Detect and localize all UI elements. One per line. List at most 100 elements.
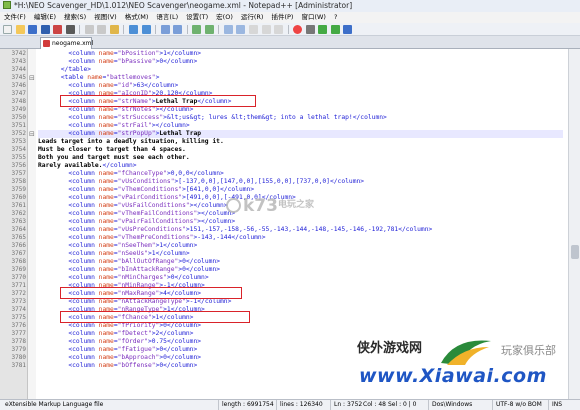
code-line[interactable]: <table name="battlemoves"> bbox=[38, 74, 563, 82]
code-line[interactable]: <column name="fDetect">2</column> bbox=[38, 330, 563, 338]
code-token: <column bbox=[38, 266, 99, 273]
code-line[interactable]: <column name="strFail"></column> bbox=[38, 122, 563, 130]
code-line[interactable]: <column name="nSeeThem">1</column> bbox=[38, 242, 563, 250]
macro-record-icon[interactable] bbox=[293, 25, 303, 34]
code-token: >0</column> bbox=[155, 346, 198, 353]
macro-save-icon[interactable] bbox=[343, 25, 353, 34]
fold-toggle-icon[interactable]: ⊟ bbox=[29, 74, 35, 82]
menu-item[interactable]: 宏(O) bbox=[212, 12, 237, 23]
save-icon[interactable] bbox=[28, 25, 38, 34]
code-line[interactable]: <column name="bApproach">0</column> bbox=[38, 354, 563, 362]
undo-icon[interactable] bbox=[129, 25, 139, 34]
cut-icon[interactable] bbox=[84, 25, 94, 34]
sync-scroll-v-icon[interactable] bbox=[223, 25, 233, 34]
code-line[interactable]: Rarely available.</column> bbox=[38, 162, 563, 170]
show-all-chars-icon[interactable] bbox=[261, 25, 271, 34]
code-line[interactable]: <column name="vThemConditions">[641,0,0]… bbox=[38, 186, 563, 194]
open-file-icon[interactable] bbox=[15, 25, 25, 34]
code-line[interactable]: <column name="bPassive">0</column> bbox=[38, 58, 563, 66]
code-line[interactable]: Must be closer to target than 4 spaces. bbox=[38, 146, 563, 154]
menu-item[interactable]: 视图(V) bbox=[90, 12, 121, 23]
save-all-icon[interactable] bbox=[40, 25, 50, 34]
code-token: >-1</column> bbox=[185, 298, 232, 305]
code-line[interactable]: <column name="strNotes"></column> bbox=[38, 106, 563, 114]
code-line[interactable]: <column name="vThemPreConditions">-143,-… bbox=[38, 234, 563, 242]
code-line[interactable]: Both you and target must see each other. bbox=[38, 154, 563, 162]
find-icon[interactable] bbox=[160, 25, 170, 34]
code-line[interactable]: <column name="bAllOutOfRange">0</column> bbox=[38, 258, 563, 266]
code-token: "vThemConditions" bbox=[117, 186, 183, 193]
code-line[interactable]: <column name="vPairConditions">[491,0,0]… bbox=[38, 194, 563, 202]
word-wrap-icon[interactable] bbox=[249, 25, 259, 34]
menu-item[interactable]: 编辑(E) bbox=[30, 12, 60, 23]
print-icon[interactable] bbox=[65, 25, 75, 34]
tab-neogame-xml[interactable]: neogame.xml bbox=[40, 37, 94, 49]
redo-icon[interactable] bbox=[141, 25, 151, 34]
tab-label: neogame.xml bbox=[52, 40, 94, 47]
code-line[interactable]: <column name="fPriority">0</column> bbox=[38, 322, 563, 330]
copy-icon[interactable] bbox=[97, 25, 107, 34]
replace-icon[interactable] bbox=[173, 25, 183, 34]
code-line[interactable]: <column name="id">63</column> bbox=[38, 82, 563, 90]
code-line[interactable]: <column name="vUsFailConditions"></colum… bbox=[38, 202, 563, 210]
code-token: <column bbox=[38, 250, 99, 257]
editor-area[interactable]: 3742 <column name="bPosition">1</column>… bbox=[0, 49, 580, 399]
menu-item[interactable]: 格式(M) bbox=[121, 12, 153, 23]
macro-stop-icon[interactable] bbox=[305, 25, 315, 34]
code-line[interactable]: <column name="vPairFailConditions"></col… bbox=[38, 218, 563, 226]
code-line[interactable]: <column name="vUsConditions">[-137,0,0],… bbox=[38, 178, 563, 186]
line-number: 3769 bbox=[11, 266, 26, 273]
status-length: length : 6991754 bbox=[218, 400, 274, 410]
macro-run-multiple-icon[interactable] bbox=[330, 25, 340, 34]
code-token: name bbox=[98, 218, 114, 225]
code-token: <column bbox=[38, 170, 99, 177]
vertical-scrollbar[interactable] bbox=[568, 49, 580, 399]
code-line[interactable]: <column name="nSeeUs">1</column> bbox=[38, 250, 563, 258]
menu-item[interactable]: 插件(P) bbox=[267, 12, 297, 23]
code-line[interactable]: <column name="vThemFailConditions"></col… bbox=[38, 210, 563, 218]
status-language: eXtensible Markup Language file bbox=[5, 401, 104, 408]
macro-play-icon[interactable] bbox=[318, 25, 328, 34]
code-token: name bbox=[98, 50, 114, 57]
code-line[interactable]: <column name="fChanceType">0,0,0</column… bbox=[38, 170, 563, 178]
current-code-line[interactable]: <column name="strPopUp">Lethal Trap bbox=[38, 130, 563, 138]
code-line[interactable]: <column name="fOrder">0.75</column> bbox=[38, 338, 563, 346]
new-file-icon[interactable] bbox=[3, 25, 12, 34]
code-line[interactable]: <column name="bOffense">0</column> bbox=[38, 362, 563, 370]
scrollbar-thumb[interactable] bbox=[571, 245, 579, 259]
code-line[interactable]: <column name="nMinCharges">0</column> bbox=[38, 274, 563, 282]
code-token: <column bbox=[38, 362, 99, 369]
menu-item[interactable]: 设置(T) bbox=[182, 12, 212, 23]
menu-item[interactable]: 语言(L) bbox=[152, 12, 182, 23]
line-number: 3749 bbox=[11, 106, 26, 113]
close-file-icon[interactable] bbox=[53, 25, 63, 34]
menu-item[interactable]: ? bbox=[330, 12, 341, 23]
line-number: 3744 bbox=[11, 66, 26, 73]
code-token: "nSeeUs" bbox=[117, 250, 148, 257]
indent-guide-icon[interactable] bbox=[274, 25, 284, 34]
code-line[interactable]: <column name="bPosition">1</column> bbox=[38, 50, 563, 58]
zoom-in-icon[interactable] bbox=[192, 25, 202, 34]
zoom-out-icon[interactable] bbox=[204, 25, 214, 34]
code-token: <column bbox=[38, 58, 99, 65]
code-token: "fDetect" bbox=[117, 330, 152, 337]
code-line[interactable]: <column name="strSuccess">&lt;us&gt; lur… bbox=[38, 114, 563, 122]
code-token: </table> bbox=[38, 66, 92, 73]
menu-item[interactable]: 搜索(S) bbox=[60, 12, 90, 23]
code-token: "bPosition" bbox=[117, 50, 160, 57]
code-token: "vThemPreConditions" bbox=[117, 234, 194, 241]
paste-icon[interactable] bbox=[109, 25, 119, 34]
code-line[interactable]: Leads target into a deadly situation, ki… bbox=[38, 138, 563, 146]
code-token: <column bbox=[38, 122, 99, 129]
code-line[interactable]: <column name="vUsPreConditions">151,-157… bbox=[38, 226, 563, 234]
fold-toggle-icon[interactable]: ⊟ bbox=[29, 130, 35, 138]
fold-margin[interactable] bbox=[28, 49, 36, 399]
code-line[interactable]: <column name="bInAttackRange">0</column> bbox=[38, 266, 563, 274]
menu-item[interactable]: 文件(F) bbox=[0, 12, 30, 23]
code-line[interactable]: <column name="fFatigue">0</column> bbox=[38, 346, 563, 354]
code-line[interactable]: </table> bbox=[38, 66, 563, 74]
sync-scroll-h-icon[interactable] bbox=[236, 25, 246, 34]
menu-item[interactable]: 运行(R) bbox=[237, 12, 268, 23]
code-line[interactable]: <column name="nAttackRangeType">-1</colu… bbox=[38, 298, 563, 306]
menu-item[interactable]: 窗口(W) bbox=[297, 12, 330, 23]
